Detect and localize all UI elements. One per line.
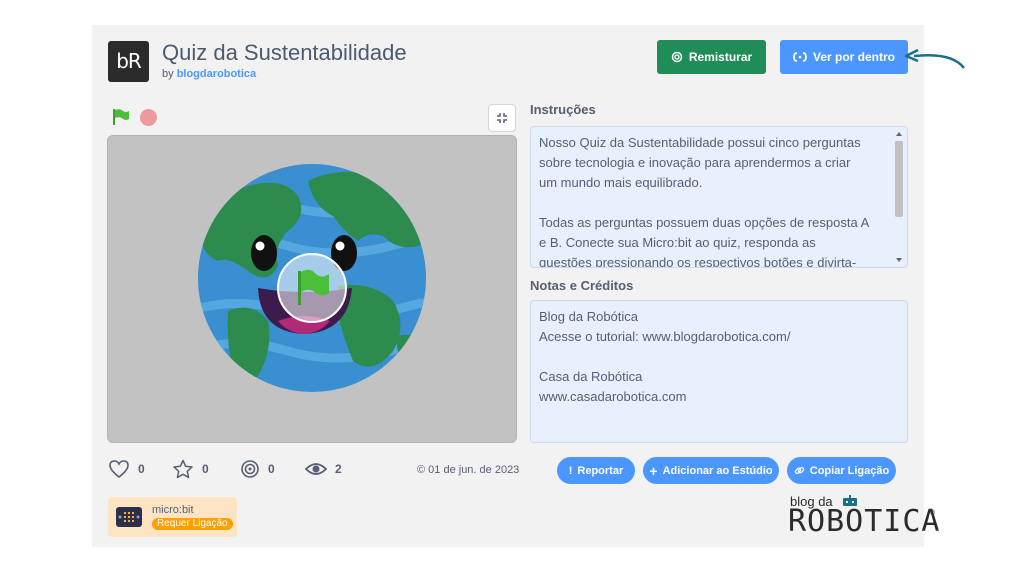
stop-icon[interactable] [140,109,157,126]
instructions-scrollbar[interactable] [893,129,905,265]
extension-card-microbit: micro:bit Requer Ligação [108,497,237,537]
notes-heading: Notas e Créditos [530,278,634,293]
views-stat: 2 [305,459,342,479]
notes-textbox[interactable]: Blog da Robótica Acesse o tutorial: www.b… [530,300,908,443]
earth-character-illustration [198,164,426,392]
project-title: Quiz da Sustentabilidade [162,40,407,65]
notes-paragraph-1: Blog da Robótica Acesse o tutorial: www.b… [539,307,899,347]
scroll-up-icon[interactable] [896,132,902,136]
scroll-thumb[interactable] [895,141,903,217]
fullscreen-icon [497,113,507,123]
remix-button[interactable]: Remisturar [657,40,766,74]
share-date: © 01 de jun. de 2023 [417,464,520,476]
favorite-count: 0 [202,462,209,476]
instructions-heading: Instruções [530,102,596,117]
add-studio-label: Adicionar ao Estúdio [662,464,773,477]
brand-logo-main: ROBOTICA [788,504,941,539]
see-inside-label: Ver por dentro [812,50,895,64]
favorite-stat[interactable]: 0 [172,459,209,479]
star-icon [173,459,193,479]
spiral-icon [241,460,259,478]
instructions-paragraph-2: Todas as perguntas possuem duas opções d… [539,213,881,268]
plus-icon: + [649,462,658,479]
fullscreen-button[interactable] [488,104,516,132]
instructions-line: e B. Conecte sua Micro:bit ao quiz, resp… [539,235,816,250]
brand-registered-mark: ® [930,510,936,517]
project-byline: by blogdarobotica [162,68,256,80]
report-label: Reportar [577,464,624,477]
instructions-line: questões pressionando os respectivos bot… [539,255,857,268]
remix-stat: 0 [240,459,275,479]
remix-icon [671,51,683,63]
remix-label: Remisturar [688,50,753,64]
instructions-line: um mundo mais equilibrado. [539,175,703,190]
instructions-paragraph-1: Nosso Quiz da Sustentabilidade possui ci… [539,133,881,193]
remix-count: 0 [268,462,275,476]
instructions-textbox[interactable]: Nosso Quiz da Sustentabilidade possui ci… [530,126,908,268]
green-flag-icon[interactable] [111,107,131,127]
views-count: 2 [335,462,342,476]
copy-link-button[interactable]: Copiar Ligação [787,457,896,484]
scroll-down-icon[interactable] [896,258,902,262]
copy-link-label: Copiar Ligação [809,464,890,477]
notes-line: Acesse o tutorial: www.blogdarobotica.co… [539,329,791,344]
eye-icon [305,463,327,475]
love-count: 0 [138,462,145,476]
pointer-arrow-annotation [904,48,965,69]
notes-line: www.casadarobotica.com [539,389,687,404]
see-inside-button[interactable]: Ver por dentro [780,40,908,74]
instructions-line: Nosso Quiz da Sustentabilidade possui ci… [539,135,861,150]
instructions-line: sobre tecnologia e inovação para aprende… [539,155,851,170]
add-to-studio-button[interactable]: + Adicionar ao Estúdio [643,457,779,484]
notes-line: Casa da Robótica [539,369,643,384]
notes-line: Blog da Robótica [539,309,639,324]
by-prefix: by [162,68,174,80]
microbit-icon [116,507,142,527]
project-stage[interactable] [107,135,517,443]
heart-icon [109,460,129,479]
extension-name: micro:bit [152,504,194,516]
exclamation-icon: ! [568,464,573,477]
extension-requires-connection-badge: Requer Ligação [152,518,233,530]
author-link[interactable]: blogdarobotica [177,68,256,80]
love-stat[interactable]: 0 [108,459,145,479]
see-inside-icon [793,52,807,62]
link-icon [794,466,805,475]
instructions-line: Todas as perguntas possuem duas opções d… [539,215,870,230]
author-avatar[interactable]: bR [108,41,149,82]
report-button[interactable]: ! Reportar [557,457,635,484]
notes-paragraph-2: Casa da Robótica www.casadarobotica.com [539,367,899,407]
